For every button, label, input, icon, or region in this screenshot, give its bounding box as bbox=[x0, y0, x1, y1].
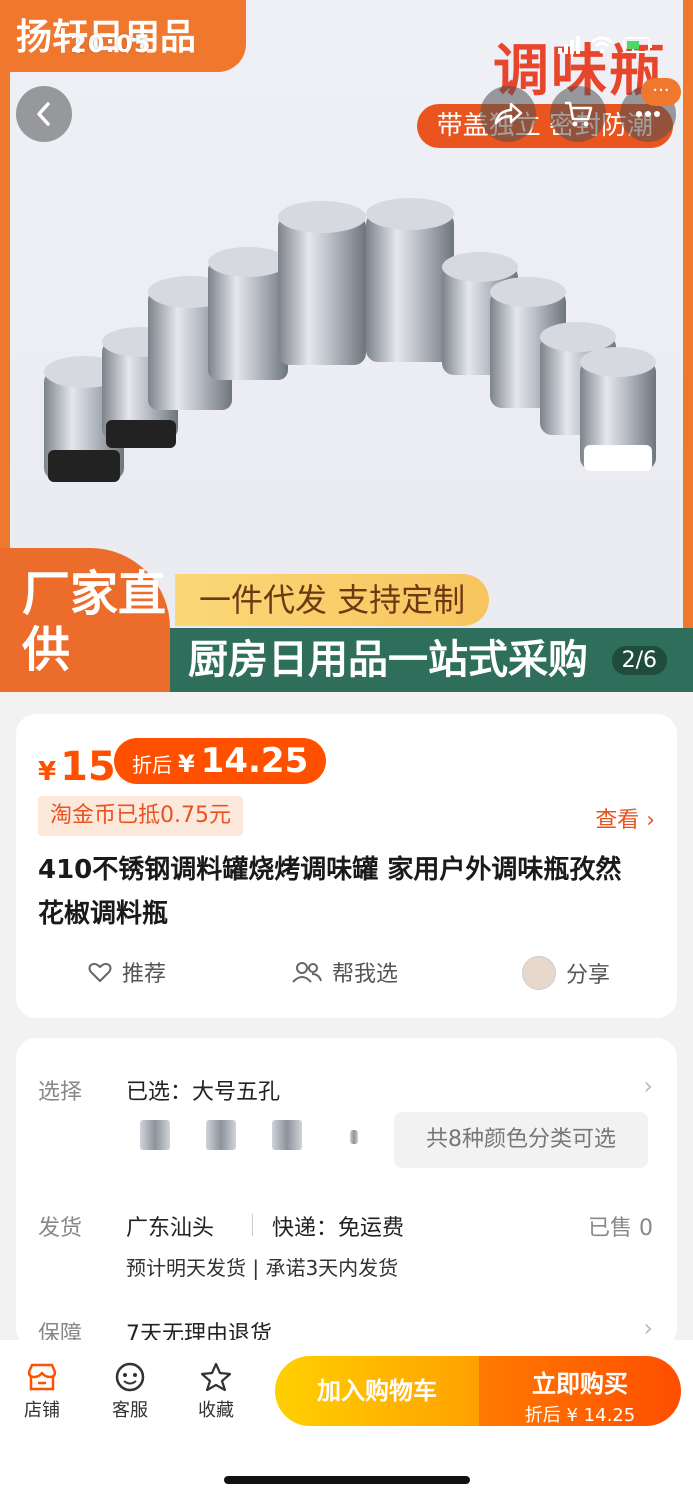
avatar bbox=[522, 956, 556, 990]
heart-icon bbox=[88, 962, 112, 982]
view-discount-link[interactable]: 查看 › bbox=[595, 802, 655, 834]
chevron-left-icon bbox=[37, 102, 50, 126]
store-tab[interactable]: 店铺 bbox=[12, 1358, 72, 1422]
help-choose-button[interactable]: 帮我选 bbox=[292, 956, 398, 988]
store-label: 店铺 bbox=[24, 1400, 60, 1421]
buy-now-price: 折后 ¥ 14.25 bbox=[524, 1405, 636, 1426]
all-variants-button[interactable]: 共8种颜色分类可选 bbox=[394, 1112, 648, 1168]
service-tab[interactable]: 客服 bbox=[100, 1358, 160, 1422]
customer-service-icon bbox=[115, 1362, 145, 1392]
sold-count: 已售 0 bbox=[588, 1216, 653, 1241]
people-icon bbox=[292, 962, 322, 983]
battery-icon bbox=[623, 37, 652, 53]
cart-icon bbox=[565, 101, 593, 127]
chevron-right-icon: › bbox=[643, 1072, 653, 1100]
more-badge[interactable]: ··· bbox=[641, 78, 681, 106]
ship-origin: 广东汕头 bbox=[126, 1216, 215, 1241]
back-button[interactable] bbox=[16, 86, 72, 142]
express-fee: 快递：免运费 bbox=[272, 1216, 405, 1241]
share-product-button[interactable]: 分享 bbox=[522, 956, 610, 990]
banner-factory-direct: 厂家直供 bbox=[0, 548, 170, 692]
coin-discount-tag: 淘金币已抵0.75元 bbox=[38, 796, 243, 836]
share-button[interactable] bbox=[480, 86, 536, 142]
favorite-label: 收藏 bbox=[198, 1400, 234, 1421]
price-value: 15 bbox=[60, 744, 116, 790]
add-to-cart-button[interactable]: 加入购物车 bbox=[275, 1356, 479, 1426]
select-label: 选择 bbox=[38, 1080, 83, 1105]
variant-thumbnail[interactable] bbox=[272, 1120, 302, 1150]
discount-price-badge: 折后 ¥ 14.25 bbox=[114, 738, 327, 784]
ship-note: 预计明天发货 | 承诺3天内发货 bbox=[126, 1256, 399, 1280]
options-card: 选择 已选：大号五孔 › 共8种颜色分类可选 发货 广东汕头 快递：免运费 已售… bbox=[16, 1038, 677, 1348]
banner-tagline: 一件代发 支持定制 bbox=[175, 574, 490, 626]
variant-thumbnail[interactable] bbox=[350, 1130, 358, 1144]
variant-thumbnail[interactable] bbox=[206, 1120, 236, 1150]
discount-label: 折后 bbox=[132, 753, 172, 777]
store-icon bbox=[27, 1363, 57, 1391]
star-icon bbox=[200, 1362, 232, 1392]
signal-icon bbox=[558, 36, 580, 54]
buy-now-label: 立即购买 bbox=[532, 1370, 628, 1398]
discount-currency: ¥ bbox=[178, 750, 195, 778]
share-label: 分享 bbox=[566, 963, 611, 988]
service-label: 客服 bbox=[112, 1400, 148, 1421]
ship-label: 发货 bbox=[38, 1216, 83, 1241]
recommend-button[interactable]: 推荐 bbox=[88, 956, 166, 988]
status-icons bbox=[557, 36, 653, 54]
divider bbox=[252, 1214, 253, 1236]
more-dots-icon bbox=[636, 111, 660, 117]
price-currency: ¥ bbox=[38, 757, 57, 787]
price-card: ¥ 15 折后 ¥ 14.25 淘金币已抵0.75元 查看 › 410不锈钢调料… bbox=[16, 714, 677, 1018]
discount-value: 14.25 bbox=[200, 741, 309, 781]
favorite-tab[interactable]: 收藏 bbox=[186, 1358, 246, 1422]
chevron-right-icon: › bbox=[643, 1314, 653, 1342]
status-time: 20:05 bbox=[70, 30, 152, 58]
wifi-icon bbox=[591, 36, 613, 54]
price-row: ¥ 15 bbox=[38, 744, 116, 790]
share-icon bbox=[494, 102, 523, 125]
recommend-label: 推荐 bbox=[122, 962, 167, 987]
help-choose-label: 帮我选 bbox=[332, 962, 399, 987]
cart-button[interactable] bbox=[550, 86, 606, 142]
page-indicator: 2/6 bbox=[611, 646, 667, 675]
buy-now-button[interactable]: 立即购买 折后 ¥ 14.25 bbox=[479, 1356, 681, 1426]
selected-variant: 已选：大号五孔 bbox=[126, 1080, 281, 1105]
product-title: 410不锈钢调料罐烧烤调味罐 家用户外调味瓶孜然花椒调料瓶 bbox=[38, 855, 622, 929]
home-indicator[interactable] bbox=[224, 1476, 470, 1484]
variant-thumbnail[interactable] bbox=[140, 1120, 170, 1150]
